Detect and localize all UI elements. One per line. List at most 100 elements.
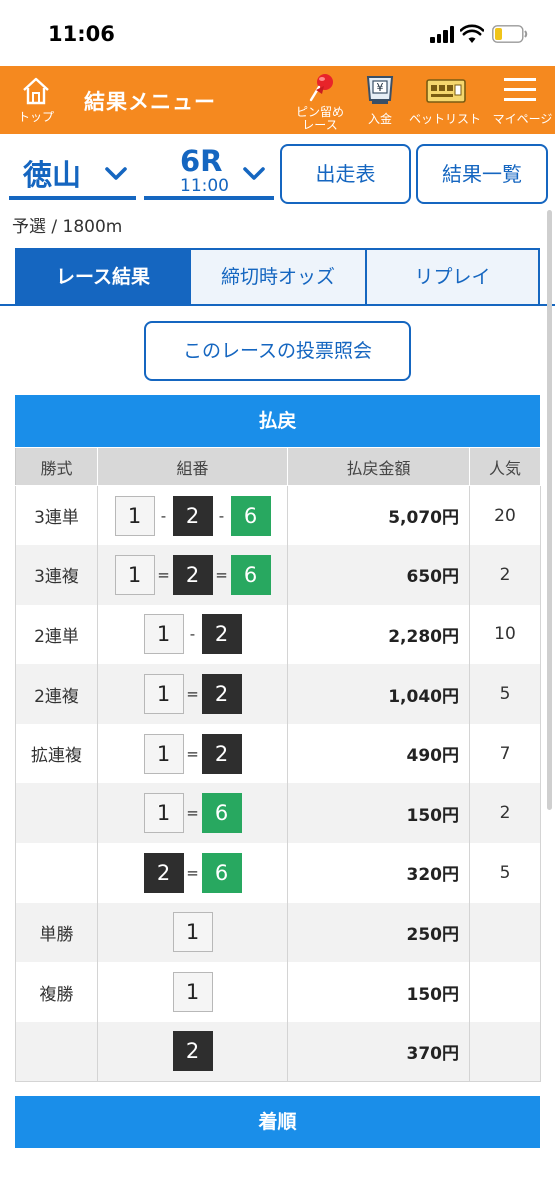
app-header: トップ 結果メニュー ピン留め レース ¥ 入金 ベットリスト マイページ xyxy=(0,66,555,134)
column-header: 払戻金額 xyxy=(287,447,470,486)
tab-race-result[interactable]: レース結果 xyxy=(15,248,191,304)
chevron-down-icon xyxy=(243,167,265,180)
combination-separator: = xyxy=(186,863,199,882)
column-header: 人気 xyxy=(469,447,541,486)
results-list-button[interactable]: 結果一覧 xyxy=(416,144,548,204)
combination-cell: 2 xyxy=(97,1021,288,1082)
race-number: 6R xyxy=(180,144,223,178)
table-row: 1 = 6 150円 2 xyxy=(15,783,541,844)
boat-number-badge: 2 xyxy=(172,495,213,536)
boat-number-badge: 1 xyxy=(172,912,213,953)
status-time: 11:06 xyxy=(48,22,115,46)
combination-separator: = xyxy=(186,804,199,823)
finish-order-heading: 着順 xyxy=(15,1096,540,1148)
boat-number-badge: 1 xyxy=(114,495,155,536)
table-row: 2連複 1 = 2 1,040円 5 xyxy=(15,664,541,724)
home-button[interactable]: トップ xyxy=(8,66,64,134)
table-row: 複勝 1 150円 xyxy=(15,962,541,1022)
entry-table-button[interactable]: 出走表 xyxy=(280,144,411,204)
wifi-icon xyxy=(460,24,484,43)
home-icon xyxy=(23,77,49,105)
popularity-cell: 2 xyxy=(469,783,541,844)
vote-query-button[interactable]: このレースの投票照会 xyxy=(144,321,411,381)
bet-type-cell: 2連複 xyxy=(15,664,98,724)
status-bar: 11:06 xyxy=(0,0,555,66)
mypage-label: マイページ xyxy=(492,112,553,126)
bet-type-cell: 3連複 xyxy=(15,545,98,605)
combination-cell: 1-2 xyxy=(97,604,288,665)
payout-amount-cell: 1,040円 xyxy=(287,664,470,724)
race-select[interactable]: 6R 11:00 xyxy=(144,144,274,200)
table-row: 3連単 1-2-6 5,070円 20 xyxy=(15,485,541,546)
battery-icon xyxy=(492,25,528,43)
payout-amount-cell: 5,070円 xyxy=(287,485,470,546)
payout-amount-cell: 150円 xyxy=(287,962,470,1022)
payout-amount-cell: 250円 xyxy=(287,902,470,963)
combination-separator: = xyxy=(186,744,199,763)
pinned-races-label: ピン留め レース xyxy=(295,105,344,132)
result-tabs: レース結果 締切時オッズ リプレイ xyxy=(0,248,555,306)
race-info: 予選 / 1800m xyxy=(12,217,123,237)
tab-replay[interactable]: リプレイ xyxy=(365,248,540,304)
scrollbar[interactable] xyxy=(547,210,552,810)
boat-number-badge: 2 xyxy=(201,674,242,715)
popularity-cell: 7 xyxy=(469,723,541,784)
popularity-cell: 10 xyxy=(469,604,541,665)
boat-number-badge: 1 xyxy=(114,554,155,595)
column-header: 組番 xyxy=(97,447,288,486)
payout-heading: 払戻 xyxy=(15,395,540,447)
tab-closing-odds[interactable]: 締切時オッズ xyxy=(189,248,367,304)
bet-type-cell xyxy=(15,783,98,844)
cellular-signal-icon xyxy=(430,26,456,43)
bet-list-label: ベットリスト xyxy=(408,112,481,126)
combination-separator: = xyxy=(215,565,228,584)
popularity-cell xyxy=(469,902,541,963)
bet-ticket-icon xyxy=(426,79,466,103)
menu-button[interactable]: マイページ xyxy=(486,66,555,134)
payout-amount-cell: 2,280円 xyxy=(287,604,470,665)
boat-number-badge: 2 xyxy=(201,733,242,774)
table-row: 単勝 1 250円 xyxy=(15,902,541,963)
table-row: 2 = 6 320円 5 xyxy=(15,843,541,903)
boat-number-badge: 2 xyxy=(172,1031,213,1072)
deposit-button[interactable]: ¥ 入金 xyxy=(356,66,404,134)
popularity-cell xyxy=(469,1021,541,1082)
hamburger-menu-icon xyxy=(504,78,536,101)
venue-select[interactable]: 徳山 xyxy=(9,144,136,200)
combination-separator: - xyxy=(160,506,167,525)
boat-number-badge: 1 xyxy=(172,972,213,1013)
boat-number-badge: 6 xyxy=(201,793,242,834)
combination-separator: - xyxy=(189,625,196,644)
pushpin-icon xyxy=(309,74,333,102)
table-row: 2 370円 xyxy=(15,1021,541,1082)
boat-number-badge: 2 xyxy=(201,614,242,655)
bet-type-cell xyxy=(15,1021,98,1082)
chevron-down-icon xyxy=(105,167,127,180)
home-label: トップ xyxy=(17,110,54,124)
popularity-cell: 5 xyxy=(469,664,541,724)
boat-number-badge: 1 xyxy=(143,674,184,715)
bet-type-cell: 単勝 xyxy=(15,902,98,963)
table-row: 拡連複 1 = 2 490円 7 xyxy=(15,723,541,784)
popularity-cell: 20 xyxy=(469,485,541,546)
boat-number-badge: 2 xyxy=(172,554,213,595)
page-title: 結果メニュー xyxy=(84,90,216,114)
column-header: 勝式 xyxy=(15,447,98,486)
pinned-races-button[interactable]: ピン留め レース xyxy=(284,66,356,134)
table-row: 3連複 1 = 2 = 6 650円 2 xyxy=(15,545,541,605)
boat-number-badge: 1 xyxy=(143,614,184,655)
combination-cell: 1 xyxy=(97,902,288,963)
payout-amount-cell: 320円 xyxy=(287,843,470,903)
boat-number-badge: 6 xyxy=(230,495,271,536)
payout-rows: 3連単 1-2-6 5,070円 20 3連複 1 = 2 = 6 650円 2 2連単 1-2 2,280… xyxy=(15,485,541,1082)
bet-list-button[interactable]: ベットリスト xyxy=(406,66,484,134)
combination-separator: = xyxy=(157,565,170,584)
combination-cell: 1 = 2 xyxy=(97,664,288,724)
combination-separator: = xyxy=(186,685,199,704)
combination-cell: 1 = 2 = 6 xyxy=(97,545,288,605)
bet-type-cell: 複勝 xyxy=(15,962,98,1022)
popularity-cell: 2 xyxy=(469,545,541,605)
boat-number-badge: 2 xyxy=(143,852,184,893)
bet-type-cell: 3連単 xyxy=(15,485,98,546)
payout-table: 勝式 組番 払戻金額 人気 3連単 1-2-6 5,070円 20 3連複 1 = 2 = 6 65… xyxy=(15,447,541,1082)
